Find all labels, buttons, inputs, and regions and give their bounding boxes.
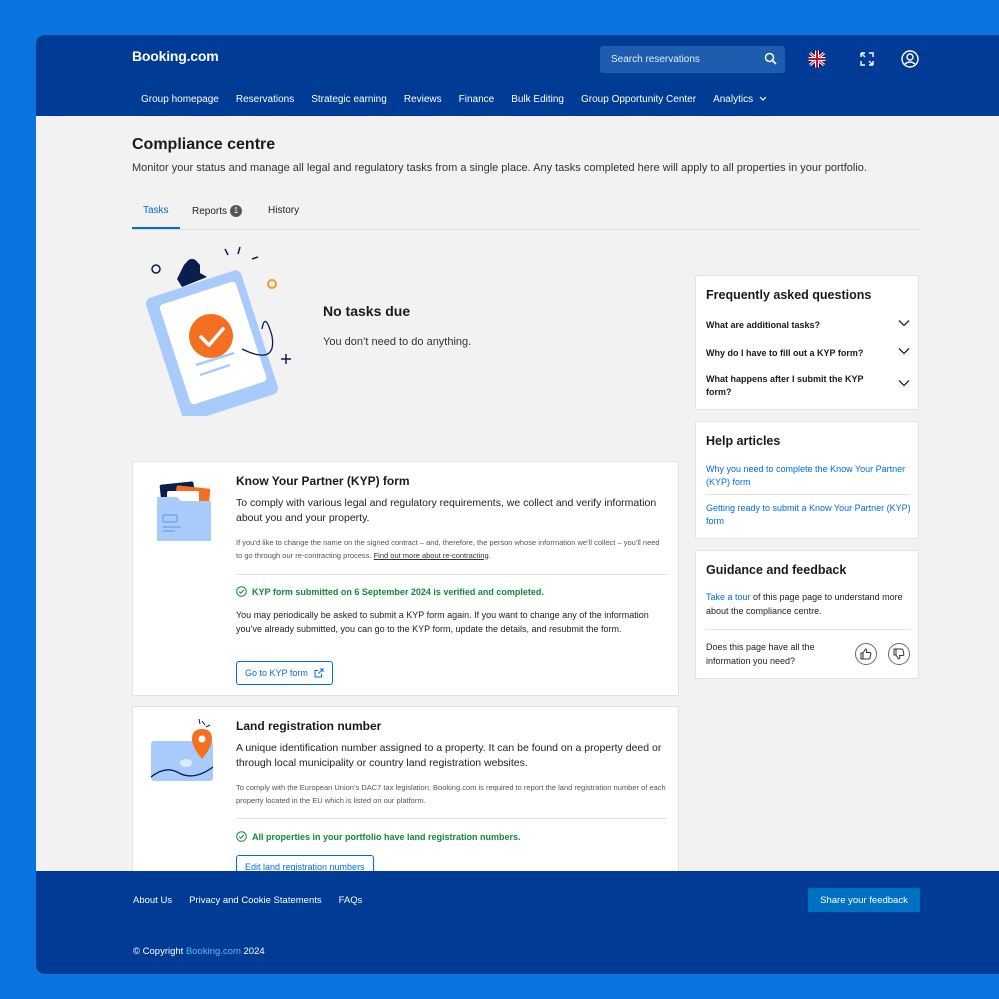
kyp-status-text: KYP form submitted on 6 September 2024 i… <box>252 586 544 597</box>
empty-state-subtitle: You don’t need to do anything. <box>323 336 472 348</box>
land-note: To comply with the European Union’s DAC7… <box>236 783 666 805</box>
copyright-year: 2024 <box>240 946 265 957</box>
chevron-down-icon <box>898 380 910 387</box>
empty-state: No tasks due You don’t need to do anythi… <box>132 241 678 416</box>
booking-logo[interactable]: Booking.com <box>132 48 219 64</box>
nav-strategic-earning[interactable]: Strategic earning <box>311 94 387 105</box>
land-registration-card: Land registration number A unique identi… <box>132 706 679 890</box>
copyright-brand-link[interactable]: Booking.com <box>186 946 241 957</box>
search-placeholder: Search reservations <box>611 54 700 65</box>
top-header: Booking.com Search reservations Group ho… <box>36 35 999 116</box>
help-articles-panel: Help articles Why you need to complete t… <box>695 421 919 539</box>
land-status-text: All properties in your portfolio have la… <box>252 831 521 842</box>
help-title: Help articles <box>706 434 781 448</box>
nav-finance[interactable]: Finance <box>459 94 495 105</box>
check-circle-icon <box>236 586 247 597</box>
empty-state-title: No tasks due <box>323 303 411 319</box>
guidance-title: Guidance and feedback <box>706 563 847 577</box>
footer-link-faqs[interactable]: FAQs <box>339 895 363 906</box>
clipboard-checkmark-illustration <box>145 246 291 416</box>
main-nav: Group homepage Reservations Strategic ea… <box>141 94 784 105</box>
folder-documents-icon <box>157 481 211 541</box>
kyp-lead: To comply with various legal and regulat… <box>236 497 657 524</box>
help-divider <box>706 494 910 495</box>
tab-reports[interactable]: Reports 1 <box>192 205 243 217</box>
kyp-title: Know Your Partner (KYP) form <box>236 474 410 488</box>
faq-title: Frequently asked questions <box>706 288 872 302</box>
kyp-note: If you’d like to change the name on the … <box>236 538 660 560</box>
land-lead: A unique identification number assigned … <box>236 742 662 769</box>
faq-question: What happens after I submit the KYP form… <box>706 374 864 397</box>
nav-group-opportunity-center[interactable]: Group Opportunity Center <box>581 94 696 105</box>
page-description: Monitor your status and manage all legal… <box>132 162 867 174</box>
thumbs-down-icon <box>893 648 905 660</box>
help-link-getting-ready[interactable]: Getting ready to submit a Know Your Part… <box>706 502 911 528</box>
copyright-prefix: © Copyright <box>133 946 186 957</box>
page-footer: About Us Privacy and Cookie Statements F… <box>36 871 999 974</box>
guidance-text: Take a tour of this page page to underst… <box>706 591 911 618</box>
go-to-kyp-form-button[interactable]: Go to KYP form <box>236 661 333 685</box>
chevron-down-icon <box>898 348 910 355</box>
search-input[interactable]: Search reservations <box>600 46 785 73</box>
search-icon[interactable] <box>764 52 777 70</box>
faq-question: Why do I have to fill out a KYP form? <box>706 348 864 358</box>
chevron-down-icon <box>759 96 767 101</box>
account-icon[interactable] <box>900 49 920 69</box>
active-tab-indicator <box>132 227 180 229</box>
footer-link-privacy[interactable]: Privacy and Cookie Statements <box>189 895 322 906</box>
help-link-why-kyp[interactable]: Why you need to complete the Know Your P… <box>706 463 911 489</box>
kyp-card: Know Your Partner (KYP) form To comply w… <box>132 461 679 696</box>
land-divider <box>236 818 667 819</box>
tab-tasks[interactable]: Tasks <box>143 205 169 216</box>
footer-link-about-us[interactable]: About Us <box>133 895 172 906</box>
page-title: Compliance centre <box>132 136 276 153</box>
thumbs-up-button[interactable] <box>855 643 877 665</box>
go-to-kyp-form-label: Go to KYP form <box>245 668 308 678</box>
faq-item-why-kyp[interactable]: Why do I have to fill out a KYP form? <box>706 347 910 360</box>
switch-property-icon[interactable] <box>857 49 877 69</box>
tab-history[interactable]: History <box>268 205 299 216</box>
feedback-question: Does this page have all the information … <box>706 642 815 666</box>
nav-bulk-editing[interactable]: Bulk Editing <box>511 94 564 105</box>
app-window: Booking.com Search reservations Group ho… <box>36 35 999 974</box>
faq-item-after-submit[interactable]: What happens after I submit the KYP form… <box>706 373 910 399</box>
land-title: Land registration number <box>236 719 382 733</box>
nav-analytics[interactable]: Analytics <box>713 94 767 105</box>
nav-analytics-label: Analytics <box>713 94 754 105</box>
thumbs-down-button[interactable] <box>888 643 910 665</box>
nav-group-homepage[interactable]: Group homepage <box>141 94 219 105</box>
kyp-body: You may periodically be asked to submit … <box>236 610 649 634</box>
tab-bar: Tasks Reports 1 History <box>132 200 919 230</box>
tab-reports-label: Reports <box>192 206 228 217</box>
uk-flag-icon[interactable] <box>808 50 828 70</box>
guidance-divider <box>706 629 910 630</box>
share-feedback-button[interactable]: Share your feedback <box>808 888 920 912</box>
kyp-divider <box>236 574 667 575</box>
check-circle-icon <box>236 831 247 842</box>
copyright: © Copyright Booking.com 2024 <box>133 946 265 957</box>
reports-count-badge: 1 <box>230 205 243 217</box>
thumbs-up-icon <box>860 648 872 660</box>
faq-panel: Frequently asked questions What are addi… <box>695 275 919 410</box>
footer-links: About Us Privacy and Cookie Statements F… <box>133 895 379 906</box>
map-location-pin-icon <box>150 719 214 781</box>
faq-question: What are additional tasks? <box>706 320 821 330</box>
external-link-icon <box>314 668 324 678</box>
take-a-tour-link[interactable]: Take a tour <box>706 592 751 602</box>
faq-item-additional-tasks[interactable]: What are additional tasks? <box>706 319 910 332</box>
chevron-down-icon <box>898 320 910 327</box>
nav-reviews[interactable]: Reviews <box>404 94 442 105</box>
kyp-status: KYP form submitted on 6 September 2024 i… <box>236 586 544 597</box>
recontracting-link[interactable]: Find out more about re-contracting <box>374 551 489 560</box>
land-status: All properties in your portfolio have la… <box>236 831 521 842</box>
nav-reservations[interactable]: Reservations <box>236 94 294 105</box>
guidance-panel: Guidance and feedback Take a tour of thi… <box>695 550 919 679</box>
